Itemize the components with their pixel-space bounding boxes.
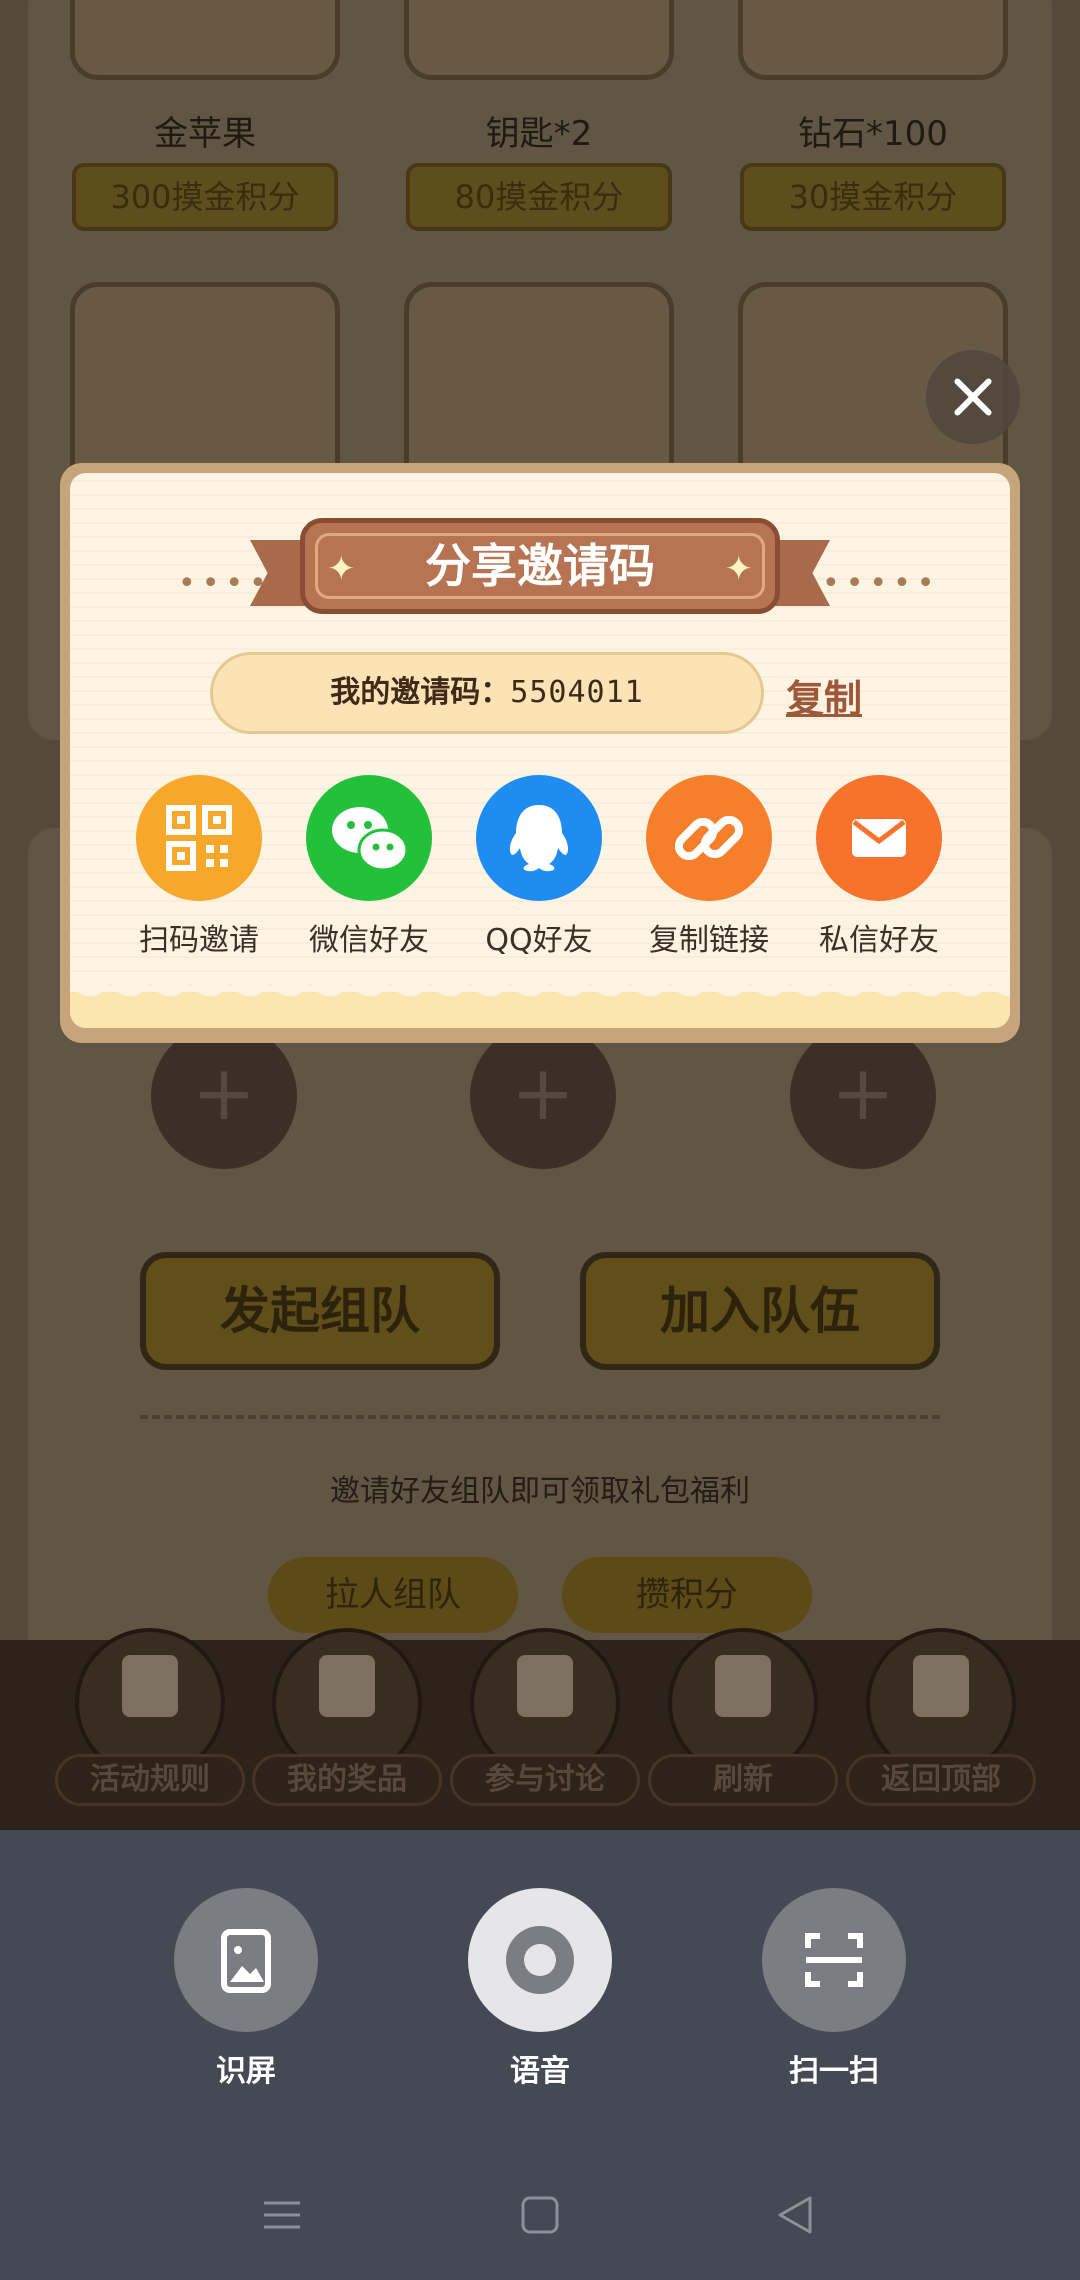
wechat-icon: [306, 775, 432, 901]
screen-recognize-button[interactable]: [174, 1888, 318, 2032]
scan-icon: [805, 1933, 863, 1987]
share-option-label: 扫码邀请: [139, 923, 259, 958]
share-option-copy-link[interactable]: 复制链接: [624, 775, 794, 959]
share-option-label: 微信好友: [309, 923, 429, 958]
mail-icon: [816, 775, 942, 901]
share-option-message[interactable]: 私信好友: [794, 775, 964, 959]
title-ribbon: ✦ 分享邀请码 ✦: [250, 518, 830, 618]
share-option-qr[interactable]: 扫码邀请: [114, 775, 284, 959]
scan-label: 扫一扫: [789, 2054, 879, 2089]
screen-recognize-label: 识屏: [216, 2054, 276, 2089]
share-option-label: 复制链接: [649, 923, 769, 958]
qr-code-icon: [136, 775, 262, 901]
share-option-qq[interactable]: QQ好友: [454, 775, 624, 959]
qq-icon: [476, 775, 602, 901]
share-option-wechat[interactable]: 微信好友: [284, 775, 454, 959]
invite-code-value: 5504011: [510, 675, 644, 710]
copy-code-button[interactable]: 复制: [786, 668, 862, 723]
back-icon[interactable]: [776, 2195, 816, 2235]
home-icon[interactable]: [520, 2195, 560, 2235]
scan-button[interactable]: [762, 1888, 906, 2032]
screen-recognize-icon: [221, 1929, 271, 1993]
voice-icon: [506, 1926, 574, 1994]
close-icon[interactable]: [926, 350, 1020, 444]
decorative-dots: •••••: [822, 566, 941, 601]
invite-code-field: 我的邀请码：5504011: [210, 652, 764, 734]
share-option-label: QQ好友: [485, 923, 593, 958]
sparkle-icon: ✦: [724, 549, 754, 589]
dialog-title: 分享邀请码: [425, 539, 655, 593]
menu-icon[interactable]: [262, 2195, 302, 2235]
ribbon-body: ✦ 分享邀请码 ✦: [300, 518, 780, 614]
dialog-wave-decoration: [70, 978, 1010, 1028]
voice-label: 语音: [510, 2054, 570, 2089]
share-option-label: 私信好友: [819, 923, 939, 958]
voice-button[interactable]: [468, 1888, 612, 2032]
link-icon: [646, 775, 772, 901]
invite-code-label: 我的邀请码：: [330, 675, 511, 710]
